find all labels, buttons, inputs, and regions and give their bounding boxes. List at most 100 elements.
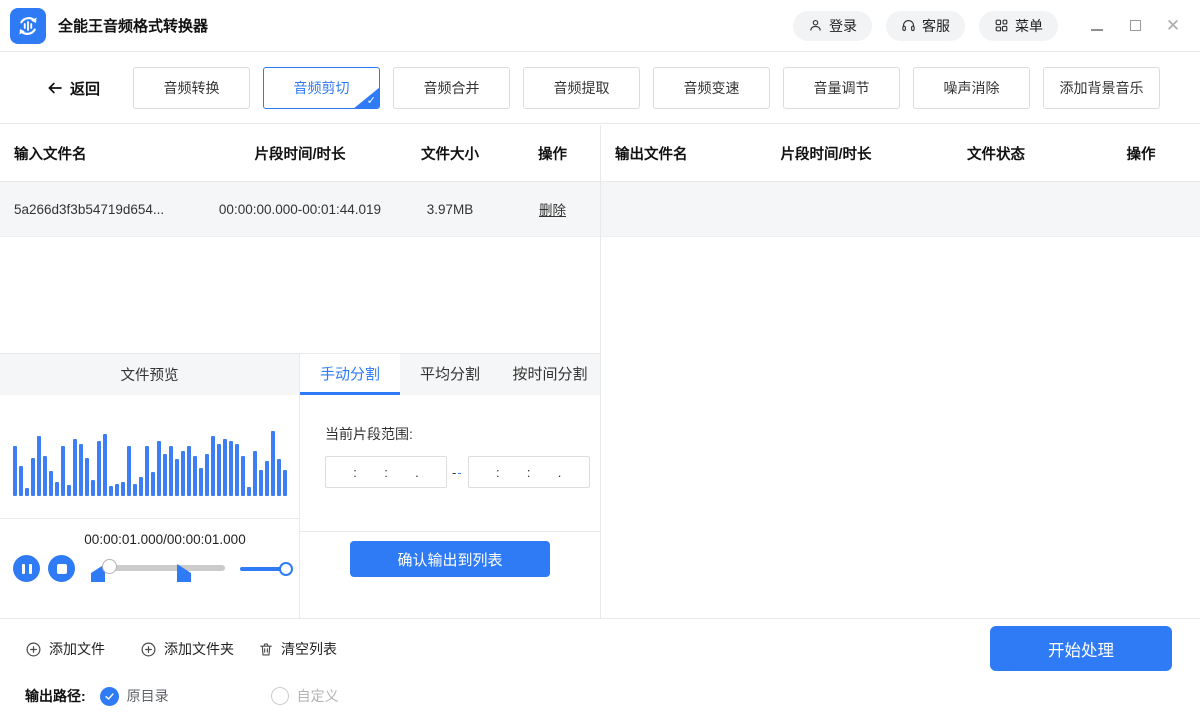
start-processing-button[interactable]: 开始处理	[990, 626, 1172, 671]
waveform-bar	[192, 456, 197, 496]
plus-circle-icon	[25, 641, 42, 658]
menu-button[interactable]: 菜单	[979, 10, 1058, 41]
waveform-bar	[60, 446, 65, 496]
nav-tab-label: 音频变速	[683, 80, 740, 96]
waveform-bar	[186, 446, 191, 496]
add-folder-button[interactable]: 添加文件夹	[140, 639, 234, 659]
support-button[interactable]: 客服	[886, 10, 965, 41]
output-path-row: 输出路径: 原目录 自定义	[25, 686, 339, 706]
nav-tab-噪声消除[interactable]: 噪声消除	[913, 67, 1031, 109]
add-file-button[interactable]: 添加文件	[25, 639, 105, 659]
footer-bar: 添加文件 添加文件夹 清空列表 输出路径: 原目录 自定义 开始处理	[0, 618, 1200, 720]
waveform-bar	[120, 482, 125, 496]
waveform-bar	[222, 439, 227, 496]
waveform-bar	[108, 486, 113, 496]
plus-circle-icon	[140, 641, 157, 658]
waveform-bar	[18, 466, 23, 496]
output-path-label: 输出路径:	[25, 688, 86, 704]
radio-unchecked-icon	[270, 687, 289, 705]
nav-tab-label: 音量调节	[813, 80, 870, 96]
waveform-bar	[282, 470, 287, 496]
app-logo-icon	[10, 7, 46, 44]
back-button[interactable]: 返回	[45, 78, 100, 99]
waveform-bar	[174, 459, 179, 496]
split-tab-平均分割[interactable]: 平均分割	[400, 354, 500, 395]
waveform-bar	[156, 441, 161, 496]
stop-button[interactable]	[48, 555, 75, 582]
nav-tab-label: 音频转换	[163, 80, 220, 96]
waveform-bar	[54, 482, 59, 496]
time-separator: :	[384, 464, 388, 480]
confirm-area: 确认输出到列表	[300, 531, 600, 619]
segment-range-area: 当前片段范围: ::. -- ::.	[300, 395, 600, 531]
time-separator: .	[415, 464, 419, 480]
user-icon	[808, 18, 823, 33]
waveform-bar	[180, 451, 185, 496]
end-time-input[interactable]: ::.	[467, 456, 590, 488]
nav-tab-音频合并[interactable]: 音频合并	[393, 67, 511, 109]
close-icon: ✕	[1165, 16, 1181, 35]
pause-icon-bar2	[28, 563, 32, 574]
column-header: 输出文件名	[615, 146, 688, 163]
main-area: 输入文件名 片段时间/时长 文件大小 操作 5a266d3f3b54719d654..…	[0, 125, 1200, 618]
nav-tabs: 音频转换 音频剪切 ✓ 音频合并 音频提取 音频变速 音量调节 噪声消除 添加背景音乐	[133, 67, 1161, 109]
waveform-bar	[36, 436, 41, 496]
nav-tab-label: 音频合并	[423, 80, 480, 96]
time-separator: .	[557, 464, 562, 480]
waveform-bar	[114, 484, 119, 496]
file-size-cell: 3.97MB	[426, 201, 474, 217]
time-separator: :	[353, 464, 357, 480]
waveform-bar	[168, 446, 173, 496]
nav-bar: 返回 音频转换 音频剪切 ✓ 音频合并 音频提取 音频变速 音量调节 噪声消除 添加背景音乐	[0, 53, 1200, 124]
nav-tab-添加背景音乐[interactable]: 添加背景音乐	[1043, 67, 1161, 109]
delete-link[interactable]: 删除	[539, 203, 566, 218]
waveform-bar	[270, 431, 275, 496]
output-table-header: 输出文件名 片段时间/时长 文件状态 操作	[601, 125, 1200, 182]
column-header: 操作	[1126, 146, 1156, 163]
login-button[interactable]: 登录	[793, 10, 872, 41]
waveform-bar	[72, 439, 77, 496]
confirm-output-button[interactable]: 确认输出到列表	[350, 541, 550, 577]
nav-tab-label: 添加背景音乐	[1059, 80, 1144, 96]
pause-button[interactable]	[13, 555, 40, 582]
column-header: 文件状态	[967, 146, 1025, 163]
nav-tab-音频转换[interactable]: 音频转换	[133, 67, 251, 109]
nav-tab-音频剪切[interactable]: 音频剪切 ✓	[263, 67, 381, 109]
split-tab-手动分割[interactable]: 手动分割	[300, 354, 400, 395]
volume-slider-handle[interactable]	[279, 562, 293, 576]
nav-tab-音量调节[interactable]: 音量调节	[783, 67, 901, 109]
waveform-bar	[234, 444, 239, 496]
seek-slider-track[interactable]	[105, 565, 225, 571]
headset-icon	[901, 18, 916, 33]
action-cell: 删除	[505, 199, 600, 219]
range-dash: --	[452, 465, 463, 480]
split-tab-按时间分割[interactable]: 按时间分割	[500, 354, 600, 395]
file-preview-section: 文件预览 00:00:01.000/00:00:01.000	[0, 353, 300, 618]
clear-list-button[interactable]: 清空列表	[258, 639, 337, 659]
back-label: 返回	[70, 80, 101, 98]
waveform-bar	[144, 446, 149, 496]
close-button[interactable]: ✕	[1162, 15, 1184, 37]
maximize-button[interactable]	[1124, 15, 1146, 37]
time-separator: :	[495, 464, 500, 480]
nav-tab-音频提取[interactable]: 音频提取	[523, 67, 641, 109]
waveform-bar	[276, 459, 281, 496]
minimize-button[interactable]	[1086, 15, 1108, 37]
waveform-bar	[150, 472, 155, 496]
output-path-option-原目录[interactable]: 原目录	[99, 686, 169, 706]
waveform-bar	[246, 487, 251, 496]
seek-slider-handle[interactable]	[102, 559, 117, 574]
waveform-bar	[162, 454, 167, 496]
column-header: 片段时间/时长	[254, 146, 346, 163]
segment-range-label: 当前片段范围:	[325, 426, 413, 442]
time-range-inputs: ::. -- ::.	[325, 456, 590, 488]
split-mode-tabs: 手动分割 平均分割 按时间分割	[300, 354, 600, 395]
app-window: 全能王音频格式转换器 登录 客服 菜单 ✕ 返回 音频转换 音频剪切 ✓ 音频合…	[0, 0, 1200, 720]
audio-waveform	[0, 395, 299, 519]
start-time-input[interactable]: ::.	[325, 456, 447, 488]
column-header: 片段时间/时长	[780, 146, 872, 163]
nav-tab-音频变速[interactable]: 音频变速	[653, 67, 771, 109]
nav-tab-label: 音频剪切	[293, 80, 350, 96]
waveform-bar	[66, 485, 71, 496]
output-path-option-自定义[interactable]: 自定义	[270, 686, 339, 706]
